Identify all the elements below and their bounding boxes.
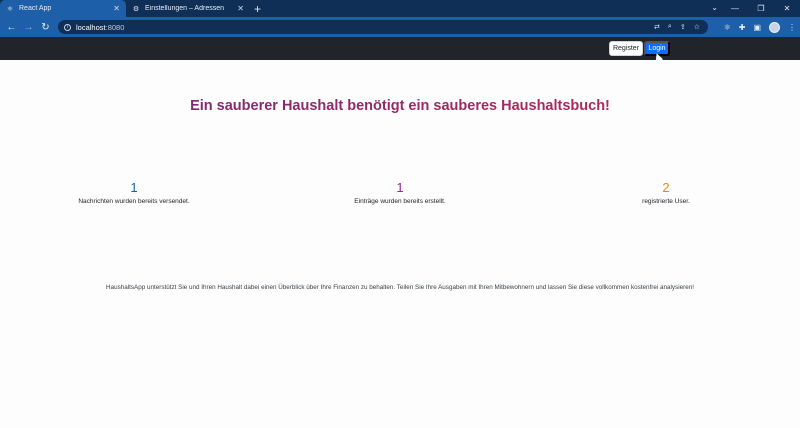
stat-messages: 1 Nachrichten wurden bereits versendet. — [74, 180, 194, 205]
app-description: HaushaltsApp unterstützt Sie und Ihren H… — [106, 284, 694, 291]
forward-arrow-icon[interactable]: → — [20, 22, 37, 33]
window-controls: — ❐ ✕ — [722, 0, 800, 17]
stat-value: 2 — [662, 180, 670, 195]
gear-icon: ⚙ — [132, 5, 140, 13]
translate-icon[interactable]: ⇄ — [654, 23, 660, 31]
register-button[interactable]: Register — [609, 41, 643, 56]
menu-dots-icon[interactable]: ⋮ — [788, 23, 796, 32]
restore-icon[interactable]: ❐ — [748, 4, 774, 13]
stat-label: Nachrichten wurden bereits versendet. — [78, 198, 190, 205]
minimize-icon[interactable]: — — [722, 4, 748, 13]
browser-toolbar: ← → ↻ i localhost:8080 ⇄ ⌕ ⇪ ☆ ⚛ ✚ ▣ ⋮ — [0, 17, 800, 37]
react-icon: ⚛ — [6, 5, 14, 13]
stat-value: 1 — [396, 180, 404, 195]
stat-value: 1 — [130, 180, 138, 195]
chevron-down-icon[interactable]: ⌄ — [711, 3, 718, 12]
stat-users: 2 registrierte User. — [606, 180, 726, 205]
avatar[interactable] — [769, 21, 780, 33]
tab-einstellungen[interactable]: ⚙ Einstellungen – Adressen ✕ — [126, 0, 250, 17]
back-arrow-icon[interactable]: ← — [3, 22, 20, 33]
app-navbar — [0, 37, 800, 60]
close-icon[interactable]: ✕ — [113, 4, 120, 13]
zoom-icon[interactable]: ⌕ — [668, 23, 672, 31]
close-icon[interactable]: ✕ — [237, 4, 244, 13]
stat-label: registrierte User. — [642, 198, 690, 205]
page-title: Ein sauberer Haushalt benötigt ein saube… — [0, 98, 800, 114]
info-icon[interactable]: i — [64, 23, 71, 31]
stat-entries: 1 Einträge wurden bereits erstellt. — [340, 180, 460, 205]
tab-title: React App — [19, 5, 52, 12]
share-icon[interactable]: ⇪ — [680, 23, 686, 31]
browser-tab-bar: ⚛ React App ✕ ⚙ Einstellungen – Adressen… — [0, 0, 800, 17]
address-bar[interactable]: i localhost:8080 ⇄ ⌕ ⇪ ☆ — [58, 20, 708, 34]
new-tab-button[interactable]: + — [254, 0, 261, 17]
address-port: :8080 — [105, 22, 125, 32]
puzzle-icon[interactable]: ✚ — [739, 23, 746, 32]
reload-icon[interactable]: ↻ — [37, 22, 54, 33]
sidepanel-icon[interactable]: ▣ — [753, 23, 761, 32]
tab-react-app[interactable]: ⚛ React App ✕ — [0, 0, 126, 17]
tab-title: Einstellungen – Adressen — [145, 5, 224, 12]
stat-label: Einträge wurden bereits erstellt. — [354, 198, 446, 205]
close-window-icon[interactable]: ✕ — [774, 4, 800, 13]
bookmark-star-icon[interactable]: ☆ — [694, 23, 700, 31]
address-host: localhost — [76, 22, 106, 32]
react-devtools-icon[interactable]: ⚛ — [724, 23, 731, 32]
extension-area: ⚛ ✚ ▣ ⋮ — [724, 20, 796, 34]
